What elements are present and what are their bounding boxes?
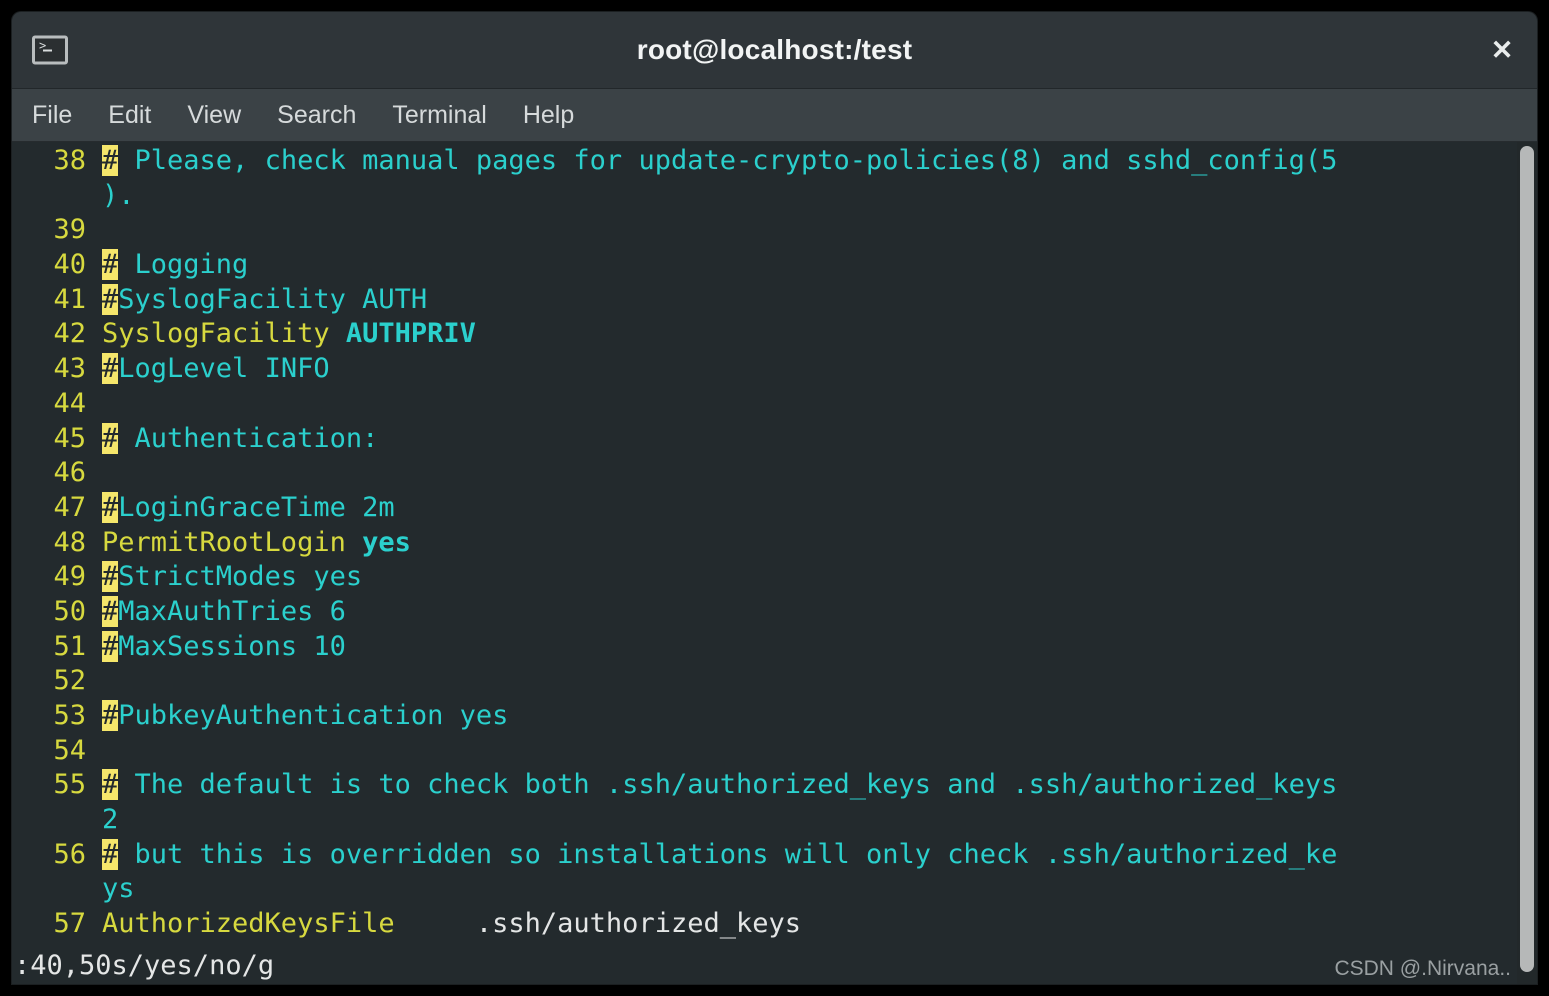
search-match-hash: # [102, 491, 119, 523]
terminal-body[interactable]: 38 # Please, check manual pages for updat… [12, 142, 1537, 984]
editor-line: 38 # Please, check manual pages for updat… [12, 144, 1537, 179]
line-number: 50 [53, 595, 86, 627]
editor-line: 55 # The default is to check both .ssh/au… [12, 768, 1537, 803]
comment-text: MaxAuthTries 6 [118, 595, 346, 627]
vim-buffer[interactable]: 38 # Please, check manual pages for updat… [12, 142, 1537, 984]
wrapped-text: 2 [102, 804, 119, 836]
wrapped-text: ys [102, 873, 135, 905]
search-match-hash: # [102, 249, 119, 281]
window-titlebar: > root@localhost:/test ✕ [12, 12, 1537, 89]
search-match-hash: # [102, 595, 119, 627]
comment-text: StrictModes yes [118, 561, 363, 593]
search-match-hash: # [102, 283, 119, 315]
line-number: 38 [53, 145, 86, 176]
editor-line-wrap: ). [12, 179, 1537, 214]
comment-text: LoginGraceTime 2m [118, 491, 395, 523]
menubar: File Edit View Search Terminal Help [12, 89, 1537, 142]
editor-line: 42 SyslogFacility AUTHPRIV [12, 317, 1537, 352]
line-number: 47 [53, 491, 86, 523]
line-number: 54 [53, 734, 86, 766]
search-match-hash: # [102, 630, 119, 662]
window-title: root@localhost:/test [636, 34, 913, 65]
config-keyword: PermitRootLogin [102, 526, 363, 558]
wrapped-text: ). [102, 179, 135, 211]
line-number: 53 [53, 700, 86, 731]
editor-line: 45 # Authentication: [12, 422, 1537, 457]
editor-line: 43 #LogLevel INFO [12, 352, 1537, 387]
comment-text: Authentication: [118, 422, 379, 454]
editor-line-wrap: 2 [12, 803, 1537, 838]
search-match-hash: # [102, 145, 119, 176]
comment-text: SyslogFacility AUTH [118, 283, 428, 315]
editor-line: 57 AuthorizedKeysFile .ssh/authorized_key… [12, 907, 1537, 942]
editor-line: 39 [12, 213, 1537, 248]
search-match-hash: # [102, 700, 119, 731]
config-value: .ssh/authorized_keys [394, 908, 801, 940]
comment-text: The default is to check both .ssh/author… [118, 769, 1338, 801]
search-match-hash: # [102, 353, 119, 385]
editor-line: 51 #MaxSessions 10 [12, 630, 1537, 665]
line-number: 42 [53, 318, 86, 350]
comment-text: but this is overridden so installations … [118, 838, 1338, 870]
menu-item-file[interactable]: File [32, 101, 72, 130]
search-match-hash: # [102, 422, 119, 454]
close-icon[interactable]: ✕ [1485, 33, 1519, 67]
menu-item-edit[interactable]: Edit [108, 101, 151, 130]
editor-line: 56 # but this is overridden so installati… [12, 838, 1537, 873]
line-number: 56 [53, 838, 86, 870]
line-number: 51 [53, 630, 86, 662]
editor-line: 48 PermitRootLogin yes [12, 526, 1537, 561]
editor-line: 41 #SyslogFacility AUTH [12, 283, 1537, 318]
editor-line: 49 #StrictModes yes [12, 560, 1537, 595]
config-keyword: AuthorizedKeysFile [102, 908, 395, 940]
comment-text: LogLevel INFO [118, 353, 330, 385]
line-number: 52 [53, 665, 86, 697]
line-number: 39 [53, 214, 86, 246]
line-number: 41 [53, 283, 86, 315]
comment-text: PubkeyAuthentication yes [118, 700, 509, 731]
line-number: 55 [53, 769, 86, 801]
line-number: 45 [53, 422, 86, 454]
comment-text: MaxSessions 10 [118, 630, 346, 662]
editor-line: 47 #LoginGraceTime 2m [12, 491, 1537, 526]
config-value: yes [362, 526, 411, 558]
vim-command-line[interactable]: :40,50s/yes/no/g [12, 947, 1537, 984]
search-match-hash: # [102, 561, 119, 593]
editor-line: 52 [12, 664, 1537, 699]
editor-line: 50 #MaxAuthTries 6 [12, 595, 1537, 630]
editor-line-wrap: ys [12, 872, 1537, 907]
line-number: 44 [53, 387, 86, 419]
comment-text: Please, check manual pages for update-cr… [118, 145, 1338, 176]
line-number: 43 [53, 353, 86, 385]
terminal-window: > root@localhost:/test ✕ File Edit View … [12, 12, 1537, 984]
menu-item-search[interactable]: Search [277, 101, 356, 130]
search-match-hash: # [102, 769, 119, 801]
config-keyword: SyslogFacility [102, 318, 346, 350]
menu-item-help[interactable]: Help [523, 101, 574, 130]
menu-item-view[interactable]: View [187, 101, 241, 130]
line-number: 46 [53, 457, 86, 489]
line-number: 57 [53, 908, 86, 940]
line-number: 40 [53, 249, 86, 281]
line-number: 48 [53, 526, 86, 558]
editor-line: 46 [12, 456, 1537, 491]
config-value: AUTHPRIV [345, 318, 476, 350]
line-number: 49 [53, 561, 86, 593]
scrollbar-thumb[interactable] [1520, 146, 1534, 972]
editor-line: 44 [12, 387, 1537, 422]
comment-text: Logging [118, 249, 249, 281]
menu-item-terminal[interactable]: Terminal [392, 101, 486, 130]
editor-line: 40 # Logging [12, 248, 1537, 283]
vertical-scrollbar[interactable] [1517, 142, 1537, 984]
editor-line: 53 #PubkeyAuthentication yes [12, 699, 1537, 734]
editor-line: 54 [12, 734, 1537, 769]
search-match-hash: # [102, 838, 119, 870]
